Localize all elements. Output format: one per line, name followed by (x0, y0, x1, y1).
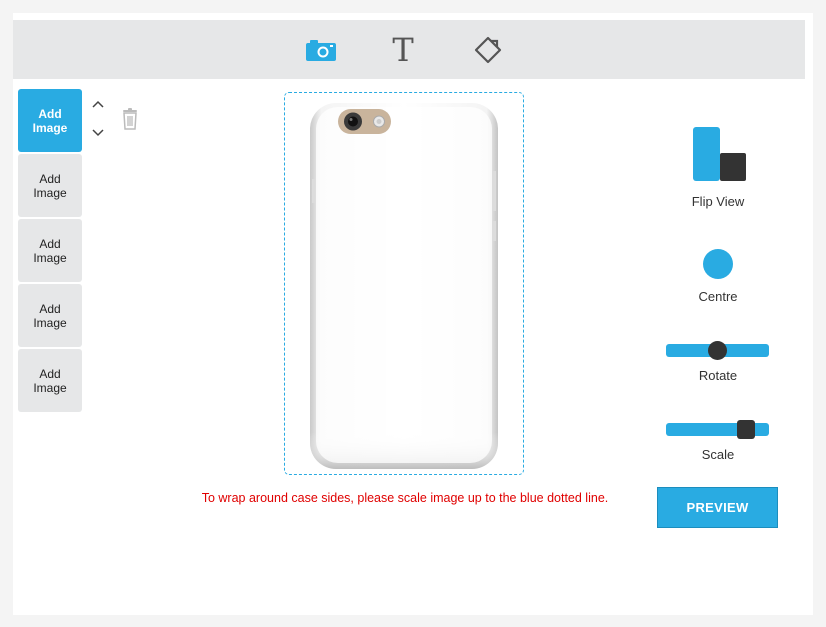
image-slot-2[interactable]: Add Image (18, 154, 82, 217)
flip-view-icon[interactable] (692, 126, 748, 182)
scale-label: Scale (701, 447, 735, 462)
tool-bar: T (13, 20, 805, 79)
tag-icon (474, 36, 502, 64)
phone-case-preview[interactable] (308, 101, 500, 471)
image-slot-1[interactable]: Add Image (18, 89, 82, 152)
centre-label: Centre (698, 289, 738, 304)
rotate-slider-handle[interactable] (708, 341, 727, 360)
image-slot-label: Add Image (33, 366, 67, 395)
text-icon: T (392, 31, 414, 69)
move-up-button[interactable] (90, 96, 106, 112)
preview-button[interactable]: PREVIEW (657, 487, 778, 528)
delete-image-button[interactable] (121, 108, 139, 130)
image-slot-5[interactable]: Add Image (18, 349, 82, 412)
image-slot-3[interactable]: Add Image (18, 219, 82, 282)
camera-tool-button[interactable] (304, 34, 338, 66)
text-tool-button[interactable]: T (386, 34, 420, 66)
image-slot-label: Add Image (33, 236, 67, 265)
camera-icon (306, 40, 336, 61)
chevron-up-icon (92, 100, 104, 108)
chevron-down-icon (92, 129, 104, 137)
scale-notice: To wrap around case sides, please scale … (201, 491, 609, 505)
scale-slider-handle[interactable] (737, 420, 756, 439)
shape-tool-button[interactable] (471, 34, 505, 66)
image-slot-4[interactable]: Add Image (18, 284, 82, 347)
scale-slider[interactable] (666, 420, 769, 439)
image-slot-label: Add Image (33, 171, 67, 200)
move-down-button[interactable] (90, 125, 106, 141)
rotate-label: Rotate (698, 368, 738, 383)
trash-icon (123, 108, 137, 130)
flip-view-label: Flip View (691, 194, 745, 209)
centre-icon[interactable] (703, 249, 733, 279)
rotate-slider[interactable] (666, 341, 769, 360)
image-slot-label: Add Image (33, 301, 67, 330)
image-slot-label: Add Image (32, 106, 68, 135)
